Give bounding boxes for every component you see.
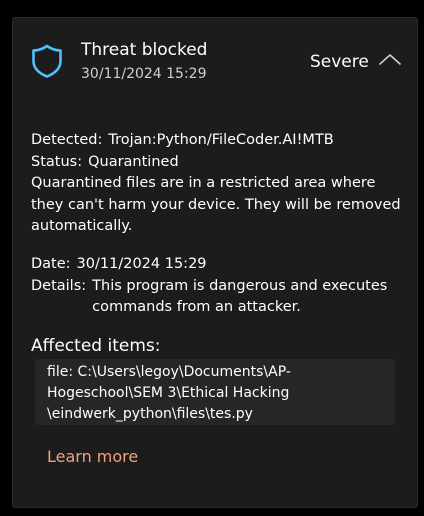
affected-file-path: file: C:\Users\legoy\Documents\AP- Hoges… xyxy=(47,362,347,425)
threat-summary: Detected: Trojan:Python/FileCoder.AI!MTB … xyxy=(31,130,401,238)
date-label: Date: xyxy=(31,256,71,272)
status-row: Status: Quarantined xyxy=(31,152,401,174)
file-path-line-3: \eindwerk_python\files\tes.py xyxy=(47,406,253,422)
quarantine-description: Quarantined files are in a restricted ar… xyxy=(31,175,401,234)
detected-row: Detected: Trojan:Python/FileCoder.AI!MTB xyxy=(31,130,401,152)
notification-title: Threat blocked xyxy=(81,40,208,60)
detected-value: Trojan:Python/FileCoder.AI!MTB xyxy=(108,132,334,148)
date-row: Date: 30/11/2024 15:29 xyxy=(31,254,402,276)
notification-timestamp: 30/11/2024 15:29 xyxy=(81,66,207,82)
threat-details: Date: 30/11/2024 15:29 Details: This prog… xyxy=(31,254,402,319)
severity-label: Severe xyxy=(310,52,369,72)
detected-label: Detected: xyxy=(31,132,103,148)
affected-items-heading: Affected items: xyxy=(31,336,161,356)
file-path-line-2: Hogeschool\SEM 3\Ethical Hacking xyxy=(47,385,290,401)
threat-notification-card: Threat blocked 30/11/2024 15:29 Severe D… xyxy=(12,17,418,508)
file-path-line-1: file: C:\Users\legoy\Documents\AP- xyxy=(47,364,291,380)
date-value: 30/11/2024 15:29 xyxy=(76,256,207,272)
details-row: Details: This program is dangerous and e… xyxy=(31,276,402,319)
details-value: This program is dangerous and executes c… xyxy=(92,277,388,316)
affected-file-box: file: C:\Users\legoy\Documents\AP- Hoges… xyxy=(35,359,395,425)
status-value: Quarantined xyxy=(88,153,179,170)
details-label: Details: xyxy=(31,277,87,294)
learn-more-link[interactable]: Learn more xyxy=(47,447,138,466)
status-label: Status: xyxy=(31,153,83,170)
shield-icon xyxy=(32,44,62,78)
chevron-up-icon[interactable] xyxy=(378,52,402,68)
